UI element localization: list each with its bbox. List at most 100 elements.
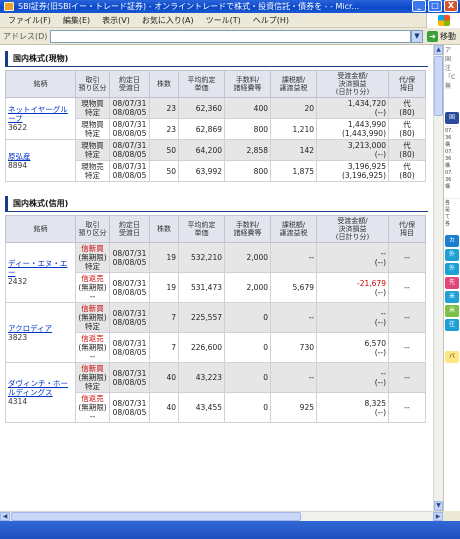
amount-cell: -- (--): [316, 302, 389, 333]
fee-cell: 0: [224, 302, 271, 333]
go-label: 移動: [440, 31, 456, 41]
scroll-right-arrow-icon[interactable]: ▶: [433, 512, 443, 521]
news-line[interactable]: 構: [445, 142, 459, 149]
menu-tools[interactable]: ツール(T): [200, 15, 247, 26]
horizontal-scrollbar[interactable]: ◀ ▶: [0, 511, 443, 521]
table-row: ディー・エヌ・エー 2432 信新買 (無期限) 特定 08/07/31 08/08/…: [5, 242, 426, 303]
right-panel-button-7[interactable]: 往: [445, 319, 459, 331]
price-cell: 43,455: [178, 392, 225, 423]
right-panel-button-3[interactable]: 外: [445, 263, 459, 275]
tax-cell: 142: [270, 139, 317, 161]
extra-label: 代: [403, 120, 411, 129]
stock-code: 4314: [8, 397, 28, 406]
news-line[interactable]: 36: [445, 177, 459, 184]
extra-cell: 代 (80): [388, 160, 426, 182]
news-line[interactable]: 07.: [445, 170, 459, 177]
stock-link[interactable]: ネットイヤーグループ: [8, 105, 73, 123]
window-title: SBI証券(旧SBIイー・トレード証券) - オンライントレードで株式・投資信託…: [18, 2, 360, 11]
trade-type: 現物買: [81, 141, 104, 150]
stock-link[interactable]: ダヴィンチ・ホールディングス: [8, 379, 73, 397]
maximize-button[interactable]: □: [428, 0, 442, 12]
settle-date: 08/08/05: [112, 347, 147, 357]
scroll-down-arrow-icon[interactable]: ▼: [434, 501, 443, 511]
settle-date: 08/08/05: [112, 150, 147, 159]
price-cell: 43,223: [178, 362, 225, 393]
news-line[interactable]: 構: [445, 163, 459, 170]
col-header-price: 平均約定 単価: [178, 70, 225, 98]
table-row: アクロディア 3823 信新買 (無期限) 特定 08/07/31 08/08/05 …: [5, 302, 426, 363]
news-line[interactable]: 36: [445, 156, 459, 163]
trade-type: 現物買: [81, 120, 104, 129]
term: (無期限): [78, 403, 107, 412]
scroll-up-arrow-icon[interactable]: ▲: [434, 45, 443, 55]
news-line[interactable]: 36: [445, 135, 459, 142]
stock-link[interactable]: ディー・エヌ・エー: [8, 259, 73, 277]
extra-value: (80): [399, 150, 415, 159]
scroll-thumb[interactable]: [434, 56, 443, 116]
col-header-name: 銘柄: [5, 215, 76, 243]
close-button[interactable]: X: [444, 0, 458, 12]
amount-value: 3,196,925: [347, 162, 386, 171]
vertical-scrollbar[interactable]: ▲ ▼: [433, 45, 443, 511]
menu-help[interactable]: ヘルプ(H): [247, 15, 295, 26]
amount-cell: -21,679 (--): [316, 272, 389, 303]
extra-label: 代: [403, 141, 411, 150]
right-panel-button-1[interactable]: カ: [445, 235, 459, 247]
account-type: 特定: [85, 262, 100, 271]
margin-holdings-table: 銘柄 取引 預り区分 約定日 受渡日 株数 平均約定 単価 手数料/ 諸経費等 …: [5, 215, 426, 423]
window-title-bar[interactable]: SBI証券(旧SBIイー・トレード証券) - オンライントレードで株式・投資信託…: [0, 0, 460, 13]
address-dropdown-button[interactable]: ▼: [411, 29, 423, 43]
extra-line: て: [445, 214, 451, 220]
page-content: 国内株式(現物) 銘柄 取引 預り区分 約定日 受渡日 株数 平均約定 単価 手…: [0, 45, 433, 511]
tax-cell: 5,679: [270, 272, 317, 303]
news-line[interactable]: 構: [445, 184, 459, 191]
right-panel-button-5[interactable]: 米: [445, 291, 459, 303]
right-panel-bottom-label[interactable]: バ: [445, 351, 459, 363]
extra-cell: --: [388, 392, 426, 423]
pl-value: (--): [374, 108, 386, 117]
table-row: 原弘産 8894 現物買 特定 08/07/31 08/08/05 50 64,20…: [5, 139, 426, 182]
amount-value: 1,443,990: [347, 120, 386, 129]
amount-value: --: [380, 368, 386, 378]
right-panel-button-2[interactable]: 外: [445, 249, 459, 261]
go-button[interactable]: ➜ 移動: [423, 30, 460, 42]
menu-view[interactable]: 表示(V): [96, 15, 136, 26]
right-side-panel: ア 国 注 「C 無 国 07. 36 構 07. 36 構 07. 36 構 …: [443, 45, 460, 511]
settle-date: 08/08/05: [112, 257, 147, 267]
col-header-date: 約定日 受渡日: [109, 70, 150, 98]
news-line[interactable]: 07.: [445, 149, 459, 156]
right-panel-button-4[interactable]: 先: [445, 277, 459, 289]
extra-line: 各: [445, 200, 451, 206]
hscroll-thumb[interactable]: [11, 512, 301, 521]
scroll-left-arrow-icon[interactable]: ◀: [0, 512, 10, 521]
settle-date: 08/08/05: [112, 407, 147, 417]
col-header-amount: 受渡金額/ 決済損益 (日計り分): [316, 215, 389, 243]
amount-value: 8,325: [364, 398, 386, 408]
address-input[interactable]: [50, 29, 411, 43]
right-panel-button-6[interactable]: 米: [445, 305, 459, 317]
menu-edit[interactable]: 編集(E): [57, 15, 96, 26]
date-cell: 08/07/31 08/08/05: [109, 362, 150, 393]
stock-name-cell: アクロディア 3823: [5, 302, 76, 363]
price-cell: 62,360: [178, 97, 225, 119]
qty-cell: 40: [149, 392, 179, 423]
stock-name-cell: 原弘産 8894: [5, 139, 76, 182]
date-cell: 08/07/31 08/08/05: [109, 302, 150, 333]
trade-type-cell: 現物売 特定: [75, 160, 110, 182]
fee-cell: 0: [224, 392, 271, 423]
amount-cell: 3,213,000 (--): [316, 139, 389, 161]
minimize-button[interactable]: _: [412, 0, 426, 12]
news-line[interactable]: 07.: [445, 128, 459, 135]
price-cell: 225,557: [178, 302, 225, 333]
stock-link[interactable]: アクロディア: [8, 324, 73, 333]
margin-section-title: 国内株式(信用): [5, 196, 428, 212]
menu-file[interactable]: ファイル(F): [2, 15, 57, 26]
right-panel-header: 国: [445, 112, 459, 124]
go-arrow-icon: ➜: [427, 30, 438, 42]
trade-type-cell: 信新買 (無期限) 特定: [75, 362, 110, 393]
menu-favorites[interactable]: お気に入り(A): [136, 15, 200, 26]
stock-link[interactable]: 原弘産: [8, 152, 73, 161]
price-cell: 531,473: [178, 272, 225, 303]
fee-cell: 2,000: [224, 242, 271, 273]
trade-date: 08/07/31: [112, 338, 147, 348]
